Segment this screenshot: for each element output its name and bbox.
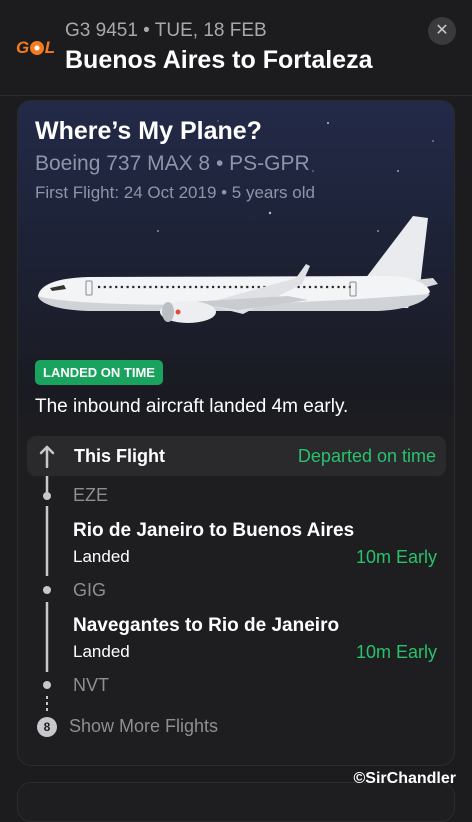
arrow-up-icon [39, 445, 55, 468]
this-flight-status: Departed on time [297, 446, 436, 466]
route-status: Landed [73, 642, 130, 661]
route-timeline [43, 476, 51, 714]
first-flight-info: First Flight: 24 Oct 2019 • 5 years old [35, 183, 315, 202]
watermark: ©SirChandler [353, 770, 456, 787]
flight-header: GL G3 9451 • TUE, 18 FEB Buenos Aires to… [0, 0, 472, 96]
airport-code: EZE [73, 485, 109, 505]
card-title: Where’s My Plane? [35, 117, 262, 145]
route-name[interactable]: Navegantes to Rio de Janeiro [73, 615, 339, 637]
route-delta: 10m Early [355, 547, 437, 567]
airport-code: GIG [73, 580, 107, 600]
flight-title: Buenos Aires to Fortaleza [65, 46, 373, 74]
show-more-flights-button[interactable]: Show More Flights [69, 716, 218, 737]
close-icon[interactable]: ✕ [428, 17, 456, 45]
airplane-image [38, 216, 438, 323]
airport-code: NVT [73, 675, 109, 695]
more-flights-count: 8 [37, 717, 57, 737]
airline-logo: GL [16, 38, 55, 57]
inbound-summary: The inbound aircraft landed 4m early. [35, 396, 349, 417]
route-delta: 10m Early [355, 642, 437, 662]
wheres-my-plane-card: Where’s My Plane? Boeing 737 MAX 8 • PS-… [17, 100, 455, 766]
route-name[interactable]: Rio de Janeiro to Buenos Aires [73, 520, 354, 542]
flight-subtitle: G3 9451 • TUE, 18 FEB [65, 20, 267, 41]
next-card [17, 782, 455, 822]
aircraft-model: Boeing 737 MAX 8 • PS-GPR [35, 152, 310, 175]
route-status: Landed [73, 547, 130, 566]
status-badge: LANDED ON TIME [35, 360, 163, 385]
this-flight-label: This Flight [74, 446, 165, 466]
this-flight-row[interactable]: This Flight Departed on time [27, 436, 446, 476]
